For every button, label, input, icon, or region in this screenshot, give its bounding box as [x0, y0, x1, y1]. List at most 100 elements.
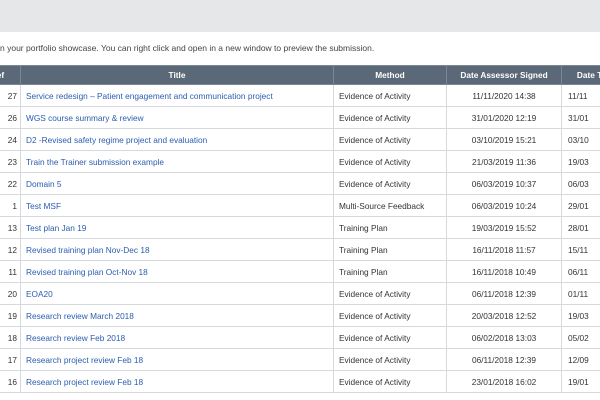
showcase-table: ef Title Method Date Assessor Signed Dat… — [0, 65, 600, 393]
cell-date-trainee: 19/03 — [561, 150, 600, 173]
cell-method: Evidence of Activity — [333, 326, 447, 349]
cell-date-assessor-signed: 06/11/2018 12:39 — [446, 348, 562, 371]
submission-link[interactable]: Domain 5 — [26, 179, 62, 189]
top-bar — [0, 0, 600, 32]
cell-date-assessor-signed: 06/03/2019 10:37 — [446, 172, 562, 195]
cell-title: Research review March 2018 — [20, 304, 334, 327]
cell-title: D2 -Revised safety regime project and ev… — [20, 128, 334, 151]
cell-ref: 17 — [0, 348, 21, 371]
submission-link[interactable]: Research review March 2018 — [26, 311, 134, 321]
cell-title: Research project review Feb 18 — [20, 348, 334, 371]
cell-ref: 23 — [0, 150, 21, 173]
cell-date-trainee: 19/03 — [561, 304, 600, 327]
table-header-row: ef Title Method Date Assessor Signed Dat… — [0, 65, 600, 85]
cell-date-assessor-signed: 11/11/2020 14:38 — [446, 84, 562, 107]
cell-method: Training Plan — [333, 238, 447, 261]
header-method[interactable]: Method — [333, 65, 447, 85]
cell-date-trainee: 11/11 — [561, 84, 600, 107]
submission-link[interactable]: Test MSF — [26, 201, 61, 211]
cell-title: Service redesign – Patient engagement an… — [20, 84, 334, 107]
cell-date-trainee: 19/01 — [561, 370, 600, 393]
cell-method: Evidence of Activity — [333, 172, 447, 195]
cell-date-assessor-signed: 16/11/2018 10:49 — [446, 260, 562, 283]
cell-ref: 16 — [0, 370, 21, 393]
cell-date-assessor-signed: 03/10/2019 15:21 — [446, 128, 562, 151]
cell-title: WGS course summary & review — [20, 106, 334, 129]
cell-ref: 27 — [0, 84, 21, 107]
table-row: 13 Test plan Jan 19 Training Plan 19/03/201… — [0, 216, 600, 239]
submission-link[interactable]: Research review Feb 2018 — [26, 333, 125, 343]
cell-method: Training Plan — [333, 216, 447, 239]
table-row: 12 Revised training plan Nov-Dec 18 Traini… — [0, 238, 600, 261]
table-row: 27 Service redesign – Patient engagement … — [0, 84, 600, 107]
cell-date-assessor-signed: 06/03/2019 10:24 — [446, 194, 562, 217]
cell-ref: 20 — [0, 282, 21, 305]
cell-title: Research review Feb 2018 — [20, 326, 334, 349]
cell-method: Multi-Source Feedback — [333, 194, 447, 217]
cell-date-trainee: 06/11 — [561, 260, 600, 283]
header-ref[interactable]: ef — [0, 65, 21, 85]
cell-ref: 18 — [0, 326, 21, 349]
submission-link[interactable]: Revised training plan Oct-Nov 18 — [26, 267, 148, 277]
cell-date-trainee: 05/02 — [561, 326, 600, 349]
table-row: 1 Test MSF Multi-Source Feedback 06/03/2019… — [0, 194, 600, 217]
cell-date-trainee: 15/11 — [561, 238, 600, 261]
cell-method: Evidence of Activity — [333, 304, 447, 327]
cell-method: Evidence of Activity — [333, 84, 447, 107]
cell-date-assessor-signed: 06/11/2018 12:39 — [446, 282, 562, 305]
cell-title: Revised training plan Oct-Nov 18 — [20, 260, 334, 283]
cell-title: Test plan Jan 19 — [20, 216, 334, 239]
submission-link[interactable]: Revised training plan Nov-Dec 18 — [26, 245, 150, 255]
cell-date-assessor-signed: 16/11/2018 11:57 — [446, 238, 562, 261]
table-row: 19 Research review March 2018 Evidence of … — [0, 304, 600, 327]
cell-date-assessor-signed: 19/03/2019 15:52 — [446, 216, 562, 239]
cell-date-assessor-signed: 23/01/2018 16:02 — [446, 370, 562, 393]
cell-date-trainee: 29/01 — [561, 194, 600, 217]
header-title[interactable]: Title — [20, 65, 334, 85]
cell-title: Train the Trainer submission example — [20, 150, 334, 173]
submission-link[interactable]: Research project review Feb 18 — [26, 377, 143, 387]
submission-link[interactable]: Train the Trainer submission example — [26, 157, 164, 167]
cell-ref: 11 — [0, 260, 21, 283]
table-row: 24 D2 -Revised safety regime project and … — [0, 128, 600, 151]
cell-ref: 1 — [0, 194, 21, 217]
cell-date-trainee: 03/10 — [561, 128, 600, 151]
cell-method: Evidence of Activity — [333, 348, 447, 371]
table-row: 18 Research review Feb 2018 Evidence of Ac… — [0, 326, 600, 349]
table-row: 16 Research project review Feb 18 Evidence… — [0, 370, 600, 393]
table-row: 11 Revised training plan Oct-Nov 18 Traini… — [0, 260, 600, 283]
cell-method: Evidence of Activity — [333, 150, 447, 173]
cell-date-trainee: 06/03 — [561, 172, 600, 195]
cell-date-trainee: 31/01 — [561, 106, 600, 129]
submission-link[interactable]: WGS course summary & review — [26, 113, 144, 123]
cell-ref: 19 — [0, 304, 21, 327]
cell-date-assessor-signed: 06/02/2018 13:03 — [446, 326, 562, 349]
table-row: 23 Train the Trainer submission example Ev… — [0, 150, 600, 173]
cell-title: Research project review Feb 18 — [20, 370, 334, 393]
instruction-text: n your portfolio showcase. You can right… — [0, 43, 375, 53]
cell-ref: 22 — [0, 172, 21, 195]
submission-link[interactable]: Service redesign – Patient engagement an… — [26, 91, 273, 101]
cell-title: EOA20 — [20, 282, 334, 305]
cell-method: Evidence of Activity — [333, 128, 447, 151]
cell-method: Evidence of Activity — [333, 282, 447, 305]
cell-method: Training Plan — [333, 260, 447, 283]
cell-ref: 13 — [0, 216, 21, 239]
table-row: 20 EOA20 Evidence of Activity 06/11/2018 12… — [0, 282, 600, 305]
cell-date-trainee: 12/09 — [561, 348, 600, 371]
cell-date-trainee: 28/01 — [561, 216, 600, 239]
cell-date-assessor-signed: 21/03/2019 11:36 — [446, 150, 562, 173]
cell-title: Revised training plan Nov-Dec 18 — [20, 238, 334, 261]
showcase-table-container[interactable]: ef Title Method Date Assessor Signed Dat… — [0, 65, 600, 400]
cell-date-trainee: 01/11 — [561, 282, 600, 305]
header-date-assessor-signed[interactable]: Date Assessor Signed — [446, 65, 562, 85]
table-row: 26 WGS course summary & review Evidence of… — [0, 106, 600, 129]
submission-link[interactable]: D2 -Revised safety regime project and ev… — [26, 135, 207, 145]
submission-link[interactable]: Research project review Feb 18 — [26, 355, 143, 365]
header-date-trainee[interactable]: Date Tr — [561, 65, 600, 85]
cell-method: Evidence of Activity — [333, 106, 447, 129]
submission-link[interactable]: Test plan Jan 19 — [26, 223, 86, 233]
cell-ref: 12 — [0, 238, 21, 261]
cell-title: Domain 5 — [20, 172, 334, 195]
submission-link[interactable]: EOA20 — [26, 289, 53, 299]
